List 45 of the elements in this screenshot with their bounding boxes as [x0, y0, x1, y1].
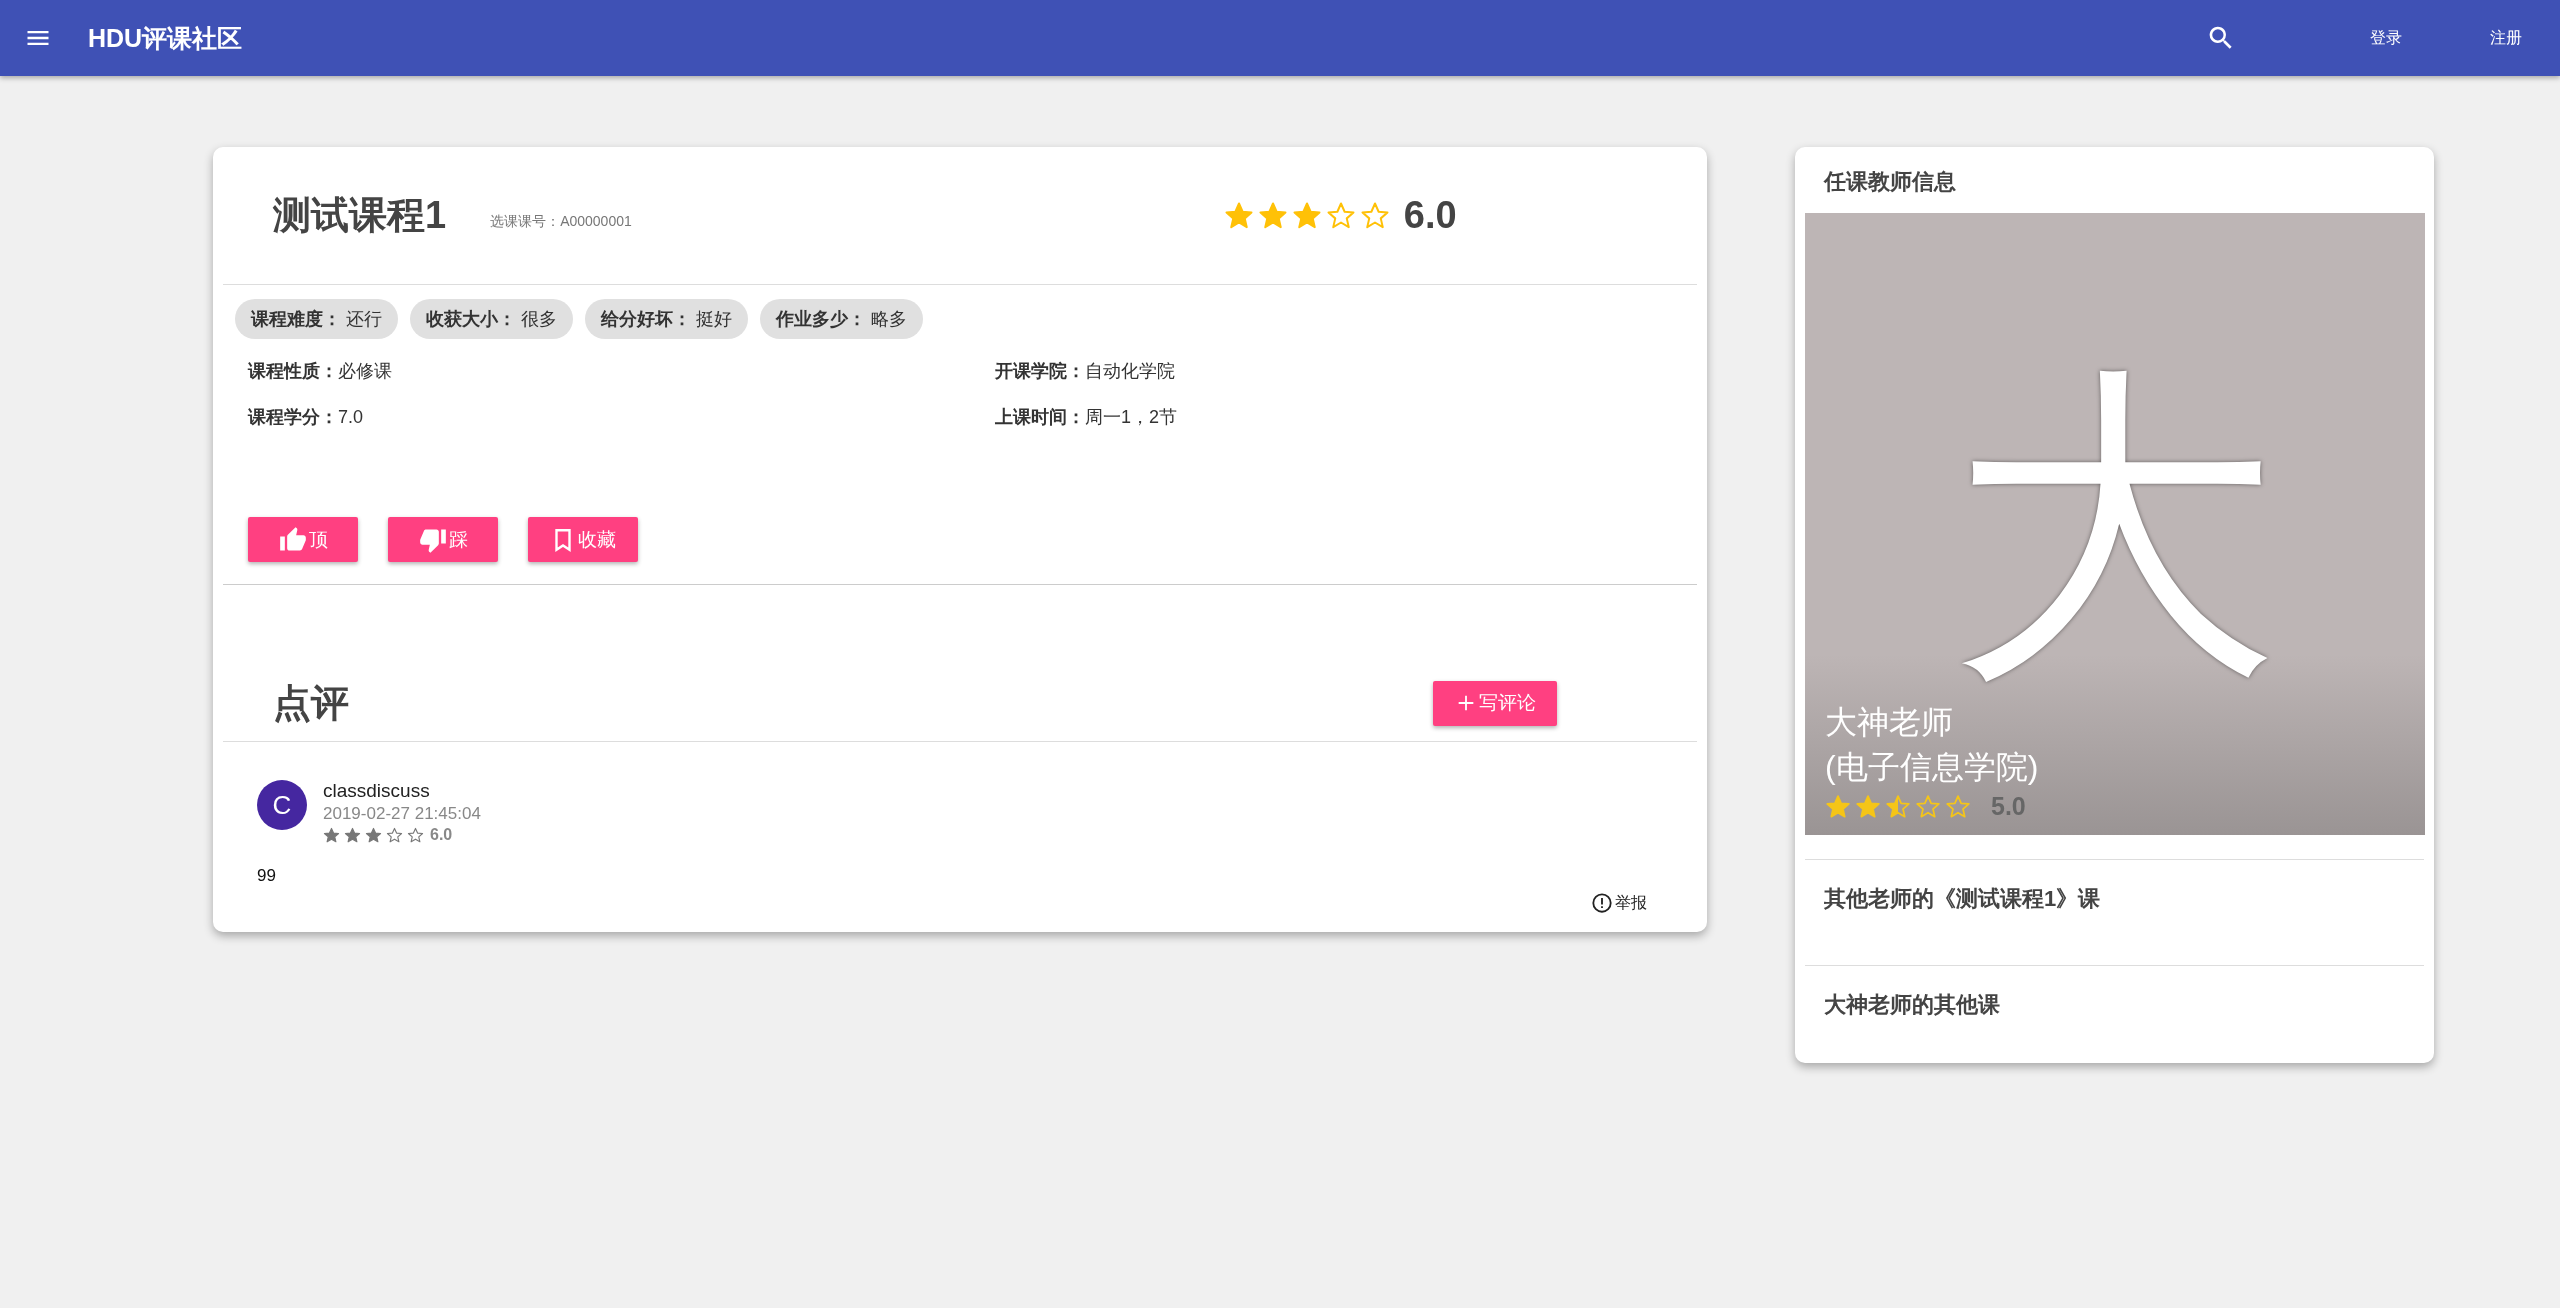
thumbs-up-icon [278, 525, 307, 554]
course-info: 课程学分：7.0 [248, 406, 365, 429]
star-icon [1825, 793, 1851, 820]
star-icon [407, 826, 424, 844]
star-icon [365, 826, 382, 844]
star-icon [1915, 793, 1941, 820]
nav-button[interactable]: 登录 [2356, 19, 2416, 57]
star-icon [1855, 793, 1881, 820]
course-code: 选课课号：A00000001 [490, 212, 632, 231]
star-icon [1291, 200, 1322, 231]
star-icon [386, 826, 403, 844]
star-icon [344, 826, 361, 844]
panel-link[interactable]: 其他老师的《测试课程1》课 [1805, 859, 2424, 965]
panel-title: 任课教师信息 [1822, 168, 1957, 196]
course-title: 测试课程1 [273, 193, 447, 238]
star-icon [1325, 200, 1356, 231]
star-icon [323, 826, 340, 844]
nav-button[interactable]: 注册 [2476, 19, 2536, 57]
user-name: classdiscuss [323, 780, 431, 802]
star-icon [1885, 793, 1911, 820]
teacher-score: 5.0 [1991, 792, 2026, 821]
app-title: HDU评课社区 [88, 22, 244, 54]
star-icon [1359, 200, 1390, 231]
teacher-college: (电子信息学院) [1825, 748, 2039, 788]
star-icon [1945, 793, 1971, 820]
course-info: 开课学院：自动化学院 [995, 360, 1176, 383]
rating-tag: 收获大小： 很多 [410, 299, 574, 339]
reviews-title: 点评 [273, 680, 349, 726]
rating-tag: 课程难度： 还行 [235, 299, 398, 339]
review-score: 6.0 [430, 826, 453, 844]
star-icon [1257, 200, 1288, 231]
user-avatar: C [257, 780, 307, 830]
alert-icon [1591, 892, 1613, 914]
review-time: 2019-02-27 21:45:04 [323, 804, 481, 824]
report-button[interactable]: 举报 [1591, 892, 1647, 914]
course-score: 6.0 [1403, 194, 1457, 237]
course-info: 课程性质：必修课 [248, 360, 393, 383]
star-icon [1223, 200, 1254, 231]
panel-link[interactable]: 大神老师的其他课 [1805, 965, 2424, 1045]
avatar-letter: 大 [1950, 363, 2280, 693]
rating-tag: 作业多少： 略多 [760, 299, 924, 339]
rating-tag: 给分好坏： 挺好 [585, 299, 749, 339]
course-info: 上课时间：周一1，2节 [995, 406, 1179, 429]
review-text: 99 [257, 866, 277, 886]
teacher-name: 大神老师 [1825, 703, 1954, 743]
